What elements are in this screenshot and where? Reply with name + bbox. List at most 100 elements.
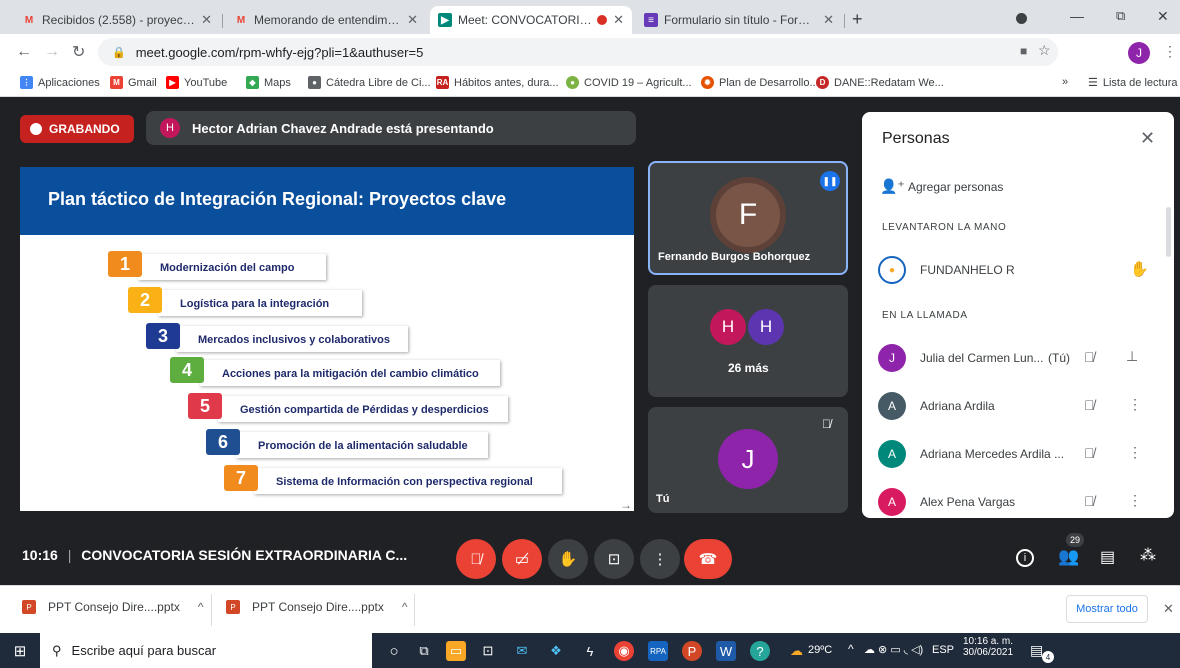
chat-icon[interactable]: ▤ (1100, 547, 1115, 567)
gmail-icon: M (236, 14, 246, 26)
back-arrow-icon[interactable]: ← (16, 43, 32, 61)
file-explorer-icon[interactable]: ▭ (446, 641, 466, 661)
bookmark-catedra[interactable]: ● Cátedra Libre de Ci... (308, 76, 431, 89)
new-tab-button[interactable]: + (852, 9, 863, 30)
present-button[interactable]: ⊡ (594, 539, 634, 579)
chevron-up-icon[interactable]: ^ (198, 600, 204, 614)
raise-hand-button[interactable]: ✋ (548, 539, 588, 579)
browser-menu-icon[interactable]: ⋮ (1163, 43, 1177, 60)
taskbar-search-box[interactable]: ⚲ Escribe aquí para buscar (40, 633, 372, 668)
bookmarks-overflow-button[interactable]: » (1062, 76, 1068, 88)
more-options-icon[interactable]: ⋮ (1128, 396, 1142, 413)
download-item[interactable]: P PPT Consejo Dire....pptx ^ (22, 600, 203, 614)
tab-gmail-inbox[interactable]: M Recibidos (2.558) - proyectosjulu ✕ (14, 6, 220, 34)
close-panel-icon[interactable]: ✕ (1140, 128, 1155, 149)
tray-chevron-up-icon[interactable]: ^ (848, 642, 854, 656)
tray-icons[interactable]: ☁ ⊗ ▭ ◟ ◁) (864, 643, 923, 656)
add-people-button[interactable]: 👤⁺ Agregar personas (862, 176, 1174, 200)
chevron-up-icon[interactable]: ^ (402, 600, 408, 614)
people-panel: Personas ✕ 👤⁺ Agregar personas LEVANTARO… (862, 112, 1174, 518)
close-tab-icon[interactable]: ✕ (613, 12, 624, 28)
meeting-details-icon[interactable]: i (1016, 549, 1034, 567)
bookmark-dane[interactable]: D DANE::Redatam We... (816, 76, 944, 89)
participant-row[interactable]: A Adriana Ardila 🎙̸ ⋮ (862, 390, 1174, 422)
mail-icon[interactable]: ✉ (512, 641, 532, 661)
language-indicator[interactable]: ESP (932, 644, 954, 656)
store-icon[interactable]: ⊡ (478, 641, 498, 661)
show-all-button[interactable]: Mostrar todo (1066, 595, 1148, 623)
bookmark-apps[interactable]: ⋮ Aplicaciones (20, 76, 100, 89)
weather-icon[interactable]: ☁ (790, 643, 803, 659)
muted-mic-icon: 🎙̸ (1084, 445, 1095, 461)
reload-icon[interactable]: ↻ (72, 42, 85, 62)
word-icon[interactable]: W (716, 641, 736, 661)
bookmark-habitos[interactable]: RA Hábitos antes, dura... (436, 76, 559, 89)
close-tab-icon[interactable]: ✕ (407, 12, 418, 28)
more-options-button[interactable]: ⋮ (640, 539, 680, 579)
pin-icon[interactable]: ⊥ (1126, 348, 1138, 365)
windows-taskbar: ⊞ ⚲ Escribe aquí para buscar ○ ⧉ ▭ ⊡ ✉ ❖… (0, 633, 1180, 668)
speaker-tile[interactable]: F Fernando Burgos Bohorquez ❚❚ (648, 161, 848, 275)
close-window-button[interactable]: ✕ (1157, 8, 1169, 25)
more-options-icon[interactable]: ⋮ (1128, 444, 1142, 461)
tab-meet[interactable]: ▶ Meet: CONVOCATORIA SESIÓ ✕ (430, 6, 632, 34)
powerpoint-icon[interactable]: P (682, 641, 702, 661)
help-icon[interactable]: ? (750, 641, 770, 661)
raised-hands-section: LEVANTARON LA MANO (882, 222, 1007, 233)
raised-hand-row[interactable]: ● FUNDANHELO R ✋ (862, 254, 1174, 286)
profile-avatar[interactable]: J (1128, 42, 1150, 64)
address-bar[interactable]: 🔒 meet.google.com/rpm-whfy-ejg?pli=1&aut… (98, 38, 1058, 66)
bookmark-youtube[interactable]: ▶ YouTube (166, 76, 227, 89)
more-options-icon[interactable]: ⋮ (1128, 492, 1142, 509)
task-view-icon[interactable]: ⧉ (414, 641, 434, 661)
divider (211, 594, 212, 626)
download-item[interactable]: P PPT Consejo Dire....pptx ^ (226, 600, 407, 614)
cortana-icon[interactable]: ○ (384, 641, 404, 661)
tab-forms[interactable]: ≡ Formulario sin título - Formulario ✕ (636, 6, 842, 34)
apps-icon: ⋮ (20, 76, 33, 89)
camera-in-use-icon[interactable]: ■ (1020, 44, 1027, 58)
slide-next-arrow-icon: → (620, 498, 632, 511)
close-tab-icon[interactable]: ✕ (823, 12, 834, 28)
bookmark-star-icon[interactable]: ☆ (1038, 42, 1051, 59)
self-tile[interactable]: J Tú 🎙̸ (648, 407, 848, 513)
chrome-icon[interactable]: ◉ (614, 641, 634, 661)
camera-toggle-button[interactable]: ▭̸ (502, 539, 542, 579)
weather-temp[interactable]: 29ºC (808, 644, 832, 656)
tab-separator (222, 14, 223, 28)
maps-icon: ◆ (246, 76, 259, 89)
forward-arrow-icon[interactable]: → (44, 43, 60, 61)
avatar: ● (878, 256, 906, 284)
people-icon[interactable]: 👥 (1058, 547, 1079, 567)
participants-group-tile[interactable]: H H 26 más (648, 285, 848, 397)
mic-toggle-button[interactable]: 🎙̸ (456, 539, 496, 579)
rpa-app-icon[interactable]: RPA (648, 641, 668, 661)
bookmark-maps[interactable]: ◆ Maps (246, 76, 291, 89)
bookmark-covid[interactable]: ● COVID 19 – Agricult... (566, 76, 692, 89)
raised-hand-icon[interactable]: ✋ (1130, 260, 1149, 278)
gmail-icon: M (110, 76, 123, 89)
panel-scrollbar[interactable] (1166, 207, 1171, 257)
windows-start-icon[interactable]: ⊞ (10, 641, 30, 661)
tab-search-icon[interactable] (1016, 13, 1027, 24)
winamp-icon[interactable]: ϟ (580, 641, 600, 661)
bookmark-gmail[interactable]: M Gmail (110, 76, 157, 89)
bookmark-plan-desarrollo[interactable]: ✹ Plan de Desarrollo... (701, 76, 819, 89)
participant-row[interactable]: A Alex Pena Vargas 🎙̸ ⋮ (862, 486, 1174, 518)
close-download-bar-icon[interactable]: ✕ (1163, 601, 1174, 617)
clock[interactable]: 10:16 a. m. 30/06/2021 (958, 636, 1018, 658)
close-tab-icon[interactable]: ✕ (201, 12, 212, 28)
activities-icon[interactable]: ⁂ (1140, 545, 1156, 565)
minimize-button[interactable]: — (1070, 8, 1084, 24)
tab-memorando[interactable]: M Memorando de entendimiento-C ✕ (226, 6, 426, 34)
slide-item: Modernización del campo 1 (108, 251, 326, 280)
dropbox-icon[interactable]: ❖ (546, 641, 566, 661)
leave-call-button[interactable]: ☎ (684, 539, 732, 579)
participant-row[interactable]: J Julia del Carmen Lun... (Tú) 🎙̸ ⊥ (862, 342, 1174, 374)
participant-row[interactable]: A Adriana Mercedes Ardila ... 🎙̸ ⋮ (862, 438, 1174, 470)
maximize-button[interactable]: ⧉ (1116, 8, 1125, 24)
slide-header: Plan táctico de Integración Regional: Pr… (20, 167, 634, 235)
clock-date: 30/06/2021 (962, 647, 1014, 658)
reading-list-button[interactable]: ☰ Lista de lectura (1088, 76, 1177, 90)
hand-icon: ✋ (558, 551, 578, 568)
